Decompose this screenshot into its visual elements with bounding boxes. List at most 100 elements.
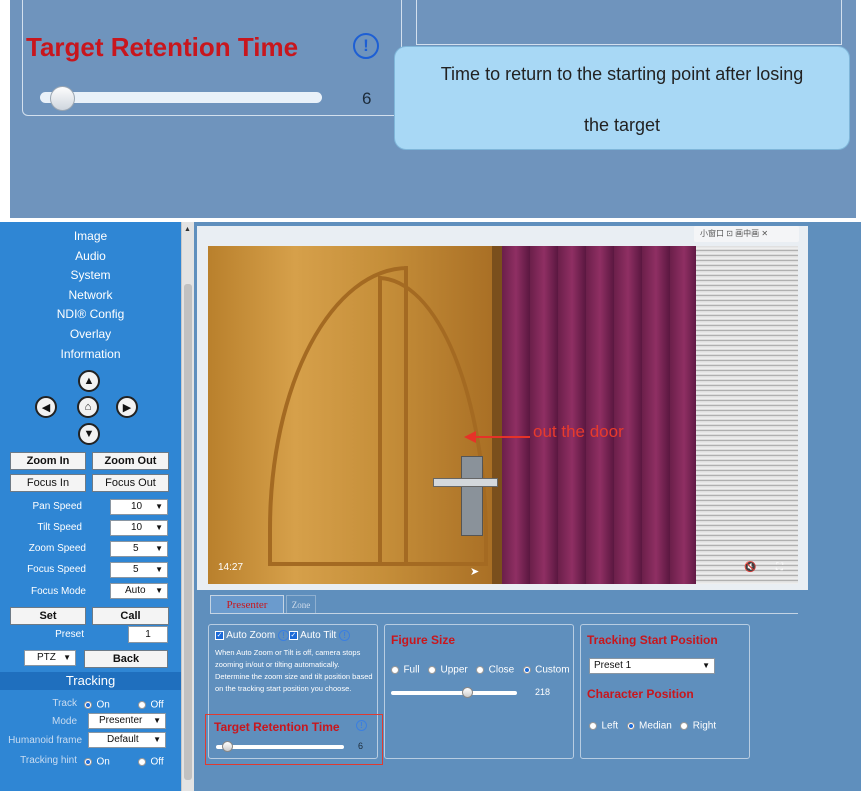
zoom-in-button[interactable]: Zoom In bbox=[10, 452, 86, 470]
zoom-speed-select[interactable]: 5 ▼ bbox=[110, 541, 168, 557]
pan-speed-label: Pan Speed bbox=[32, 501, 83, 512]
focus-speed-select[interactable]: 5 ▼ bbox=[110, 562, 168, 578]
set-preset-button[interactable]: Set bbox=[10, 607, 86, 625]
back-button[interactable]: Back bbox=[84, 650, 168, 668]
radio-unselected-icon[interactable] bbox=[428, 665, 437, 674]
call-preset-button[interactable]: Call bbox=[92, 607, 169, 625]
tracking-hint-label: Tracking hint bbox=[20, 755, 77, 766]
menu-item-system[interactable]: System bbox=[0, 268, 181, 282]
auto-zoom-label: Auto Zoom bbox=[226, 630, 276, 642]
menu-item-network[interactable]: Network bbox=[0, 288, 181, 302]
callout-panel-right bbox=[416, 0, 842, 45]
chevron-down-icon: ▼ bbox=[155, 523, 163, 532]
character-option-median: Median bbox=[639, 720, 672, 732]
character-position-title: Character Position bbox=[587, 687, 694, 701]
radio-unselected-icon[interactable] bbox=[476, 665, 485, 674]
sidebar-scrollbar[interactable]: ▲ bbox=[181, 222, 194, 791]
menu-item-audio[interactable]: Audio bbox=[0, 249, 181, 263]
tilt-speed-label: Tilt Speed bbox=[37, 522, 82, 533]
fullscreen-icon[interactable]: ⛶ bbox=[776, 562, 783, 573]
figure-option-full: Full bbox=[403, 664, 420, 676]
auto-options-row: ✓ Auto Zoom ! ✓ Auto Tilt ! bbox=[215, 630, 351, 642]
callout-title: Target Retention Time bbox=[26, 32, 299, 62]
mode-select[interactable]: Presenter ▼ bbox=[88, 713, 166, 729]
chevron-down-icon: ▼ bbox=[153, 735, 161, 744]
tab-zone[interactable]: Zone bbox=[286, 595, 316, 613]
video-annotation: out the door bbox=[533, 422, 624, 441]
video-player[interactable]: out the door 14:27 🔇 ⛶ bbox=[208, 246, 798, 584]
hint-off-label: Off bbox=[150, 756, 164, 768]
zoom-speed-label: Zoom Speed bbox=[28, 543, 86, 554]
retention-highlight: Target Retention Time ! 6 bbox=[205, 714, 383, 765]
tilt-speed-select[interactable]: 10 ▼ bbox=[110, 520, 168, 536]
humanoid-frame-select[interactable]: Default ▼ bbox=[88, 732, 166, 748]
zoom-speed-value: 5 bbox=[133, 543, 139, 554]
callout-slider-value: 6 bbox=[362, 89, 372, 108]
annotation-arrow-head bbox=[464, 431, 476, 443]
menu-item-overlay[interactable]: Overlay bbox=[0, 327, 181, 341]
radio-unselected-icon[interactable] bbox=[391, 665, 399, 674]
tab-presenter[interactable]: Presenter bbox=[210, 595, 284, 613]
track-off-radio[interactable]: Off bbox=[138, 696, 164, 714]
focus-mode-select[interactable]: Auto ▼ bbox=[110, 583, 168, 599]
tracking-start-select[interactable]: Preset 1 ▼ bbox=[589, 658, 715, 674]
mode-value: Presenter bbox=[99, 715, 143, 726]
up-arrow-icon[interactable]: ▲ bbox=[78, 370, 100, 392]
auto-tilt-checkbox[interactable]: ✓ bbox=[288, 631, 298, 640]
track-off-label: Off bbox=[150, 699, 164, 711]
radio-selected-icon bbox=[84, 757, 92, 766]
pan-speed-select[interactable]: 10 ▼ bbox=[110, 499, 168, 515]
scroll-up-icon[interactable]: ▲ bbox=[184, 226, 191, 233]
chevron-down-icon: ▼ bbox=[155, 544, 163, 553]
retention-title: Target Retention Time bbox=[214, 720, 340, 734]
preset-input[interactable]: 1 bbox=[128, 626, 168, 643]
blinds-image bbox=[696, 246, 798, 584]
ptz-mode-value: PTZ bbox=[37, 652, 56, 663]
radio-unselected-icon[interactable] bbox=[680, 721, 689, 730]
focus-in-button[interactable]: Focus In bbox=[10, 474, 86, 492]
sidebar: Image Audio System Network NDI® Config O… bbox=[0, 222, 181, 791]
figure-option-custom: Custom bbox=[535, 664, 570, 676]
figure-slider-track[interactable] bbox=[391, 691, 517, 695]
retention-slider-thumb[interactable] bbox=[222, 741, 234, 752]
menu-item-ndi-config[interactable]: NDI® Config bbox=[0, 307, 181, 321]
down-arrow-icon[interactable]: ▼ bbox=[78, 423, 100, 445]
curtain-image bbox=[502, 246, 696, 584]
figure-slider-thumb[interactable] bbox=[461, 687, 473, 698]
focus-out-button[interactable]: Focus Out bbox=[92, 474, 169, 492]
annotation-arrow bbox=[472, 436, 530, 438]
info-icon[interactable]: ! bbox=[339, 630, 351, 641]
radio-unselected-icon bbox=[138, 757, 146, 766]
figure-size-title: Figure Size bbox=[391, 633, 456, 647]
hint-on-radio[interactable]: On bbox=[84, 753, 110, 771]
humanoid-frame-label: Humanoid frame bbox=[8, 735, 82, 746]
track-on-radio[interactable]: On bbox=[84, 696, 110, 714]
tracking-start-panel: Tracking Start Position Preset 1 ▼ Charac… bbox=[580, 624, 750, 759]
menu-item-information[interactable]: Information bbox=[0, 347, 181, 361]
home-icon[interactable]: ⌂ bbox=[77, 396, 99, 418]
menu-item-image[interactable]: Image bbox=[0, 229, 181, 243]
ptz-mode-select[interactable]: PTZ ▼ bbox=[24, 650, 76, 666]
scroll-thumb[interactable] bbox=[184, 284, 192, 780]
info-icon[interactable]: ! bbox=[356, 720, 367, 731]
info-icon[interactable]: ! bbox=[277, 630, 289, 641]
hint-off-radio[interactable]: Off bbox=[138, 753, 164, 771]
zoom-out-button[interactable]: Zoom Out bbox=[92, 452, 169, 470]
right-arrow-icon[interactable]: ▶ bbox=[116, 396, 138, 418]
callout-slider-thumb[interactable] bbox=[50, 86, 76, 111]
radio-selected-icon[interactable] bbox=[626, 721, 635, 730]
radio-selected-icon[interactable] bbox=[522, 665, 531, 674]
mute-icon[interactable]: 🔇 bbox=[744, 562, 756, 573]
tooltip: Time to return to the starting point aft… bbox=[394, 46, 850, 150]
auto-zoom-checkbox[interactable]: ✓ bbox=[215, 631, 224, 640]
info-icon[interactable]: ! bbox=[353, 33, 379, 59]
callout-slider-track[interactable] bbox=[40, 92, 322, 103]
door-image bbox=[208, 246, 498, 584]
video-timestamp: 14:27 bbox=[218, 562, 244, 573]
pip-toolbar[interactable]: 小窗口 ⊡ 画中画 ✕ bbox=[694, 226, 799, 242]
tab-divider bbox=[210, 613, 798, 614]
retention-slider-track[interactable] bbox=[216, 745, 344, 749]
radio-unselected-icon[interactable] bbox=[589, 721, 597, 730]
left-arrow-icon[interactable]: ◀ bbox=[35, 396, 57, 418]
focus-mode-value: Auto bbox=[125, 585, 146, 596]
